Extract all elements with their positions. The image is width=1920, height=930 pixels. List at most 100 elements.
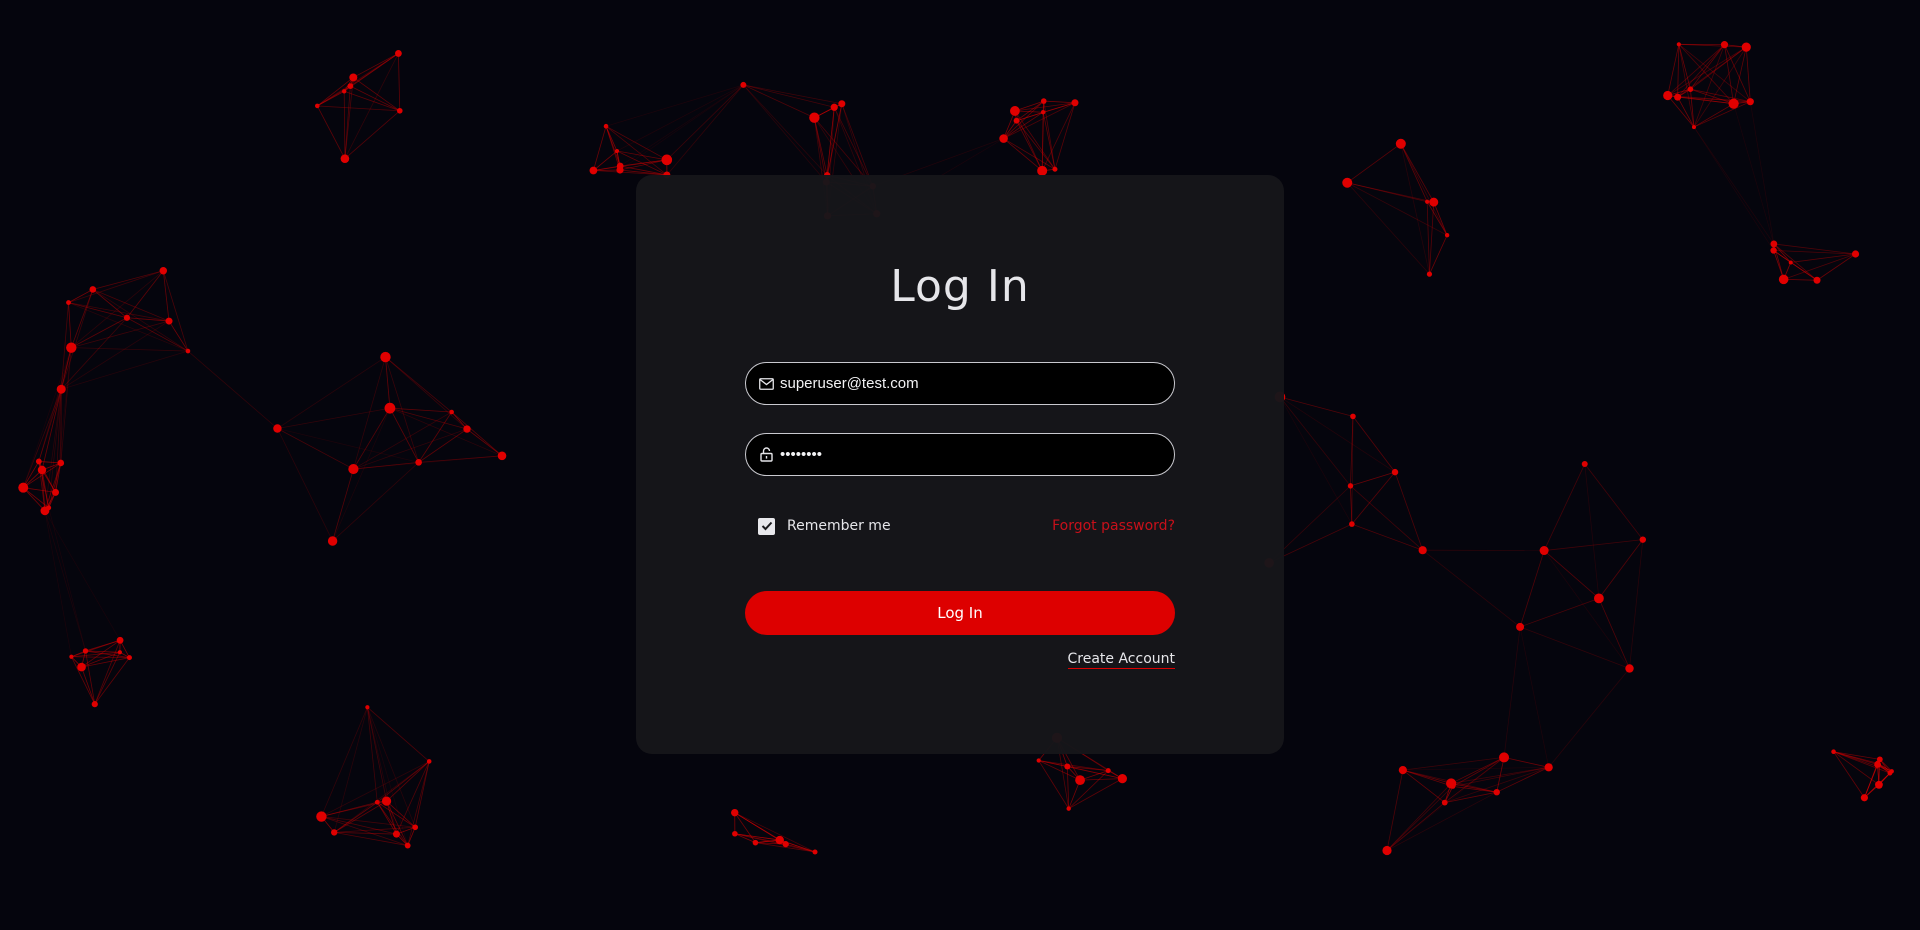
network-node: [56, 384, 66, 394]
network-node: [159, 267, 168, 275]
network-link: [1433, 201, 1448, 236]
network-link: [1016, 120, 1056, 170]
network-link: [71, 317, 128, 348]
network-link: [1429, 235, 1448, 275]
network-link: [418, 455, 503, 463]
network-node: [740, 81, 747, 88]
network-link: [1003, 100, 1045, 139]
network-link: [385, 356, 452, 413]
network-link: [344, 110, 401, 159]
network-link: [332, 408, 391, 542]
network-node: [365, 705, 370, 710]
network-node: [1064, 763, 1071, 770]
network-node: [603, 123, 609, 129]
network-link: [94, 640, 121, 705]
network-link: [1790, 253, 1856, 263]
email-field[interactable]: [745, 362, 1175, 405]
network-node: [1040, 110, 1046, 115]
network-node: [341, 89, 347, 94]
network-link: [376, 802, 409, 846]
network-link: [1783, 253, 1856, 280]
network-link: [1422, 549, 1521, 628]
network-node: [1788, 260, 1793, 265]
network-node: [1349, 521, 1355, 527]
network-link: [1350, 485, 1353, 525]
network-node: [412, 824, 419, 831]
network-link: [1677, 44, 1725, 98]
network-link: [366, 707, 409, 846]
network-link: [1667, 44, 1680, 96]
network-link: [1386, 770, 1404, 851]
remember-me-label: Remember me: [787, 518, 891, 534]
forgot-password-link[interactable]: Forgot password?: [1052, 518, 1175, 534]
network-link: [1347, 182, 1428, 203]
network-link: [92, 289, 170, 322]
remember-me-toggle[interactable]: Remember me: [758, 517, 891, 535]
network-link: [1503, 626, 1521, 758]
network-link: [418, 411, 452, 463]
network-link: [1352, 416, 1396, 473]
email-input[interactable]: [780, 363, 1158, 404]
network-link: [743, 84, 815, 119]
network-node: [1728, 98, 1739, 109]
network-node: [1539, 546, 1549, 556]
network-link: [841, 103, 874, 187]
network-node: [1544, 763, 1553, 772]
network-node: [314, 103, 320, 109]
network-node: [1105, 768, 1111, 774]
network-node: [1516, 622, 1525, 631]
network-link: [1693, 103, 1734, 128]
network-node: [374, 799, 380, 805]
network-link: [1584, 464, 1600, 599]
password-input[interactable]: [780, 434, 1158, 475]
network-node: [37, 465, 47, 475]
network-node: [1418, 546, 1427, 555]
network-node: [1425, 199, 1430, 204]
network-node: [812, 849, 818, 855]
network-node: [809, 112, 820, 123]
login-button[interactable]: Log In: [745, 591, 1175, 635]
network-node: [1778, 274, 1789, 285]
network-link: [343, 91, 346, 159]
network-node: [1429, 197, 1439, 207]
network-node: [1010, 106, 1020, 116]
network-node: [614, 148, 620, 154]
network-node: [732, 830, 738, 837]
network-node: [1691, 125, 1696, 130]
network-link: [366, 707, 378, 803]
network-node: [1426, 271, 1433, 277]
network-link: [277, 428, 419, 463]
network-node: [1499, 752, 1510, 763]
network-link: [1080, 778, 1123, 781]
network-link: [1678, 44, 1695, 128]
network-link: [81, 666, 96, 705]
network-link: [1350, 471, 1396, 487]
network-link: [1016, 120, 1043, 172]
network-link: [353, 356, 386, 470]
login-card: Log In Remember me: [636, 175, 1284, 754]
network-node: [1382, 845, 1392, 856]
network-node: [381, 796, 392, 806]
network-node: [1676, 42, 1681, 47]
network-link: [1598, 598, 1630, 669]
network-link: [321, 707, 368, 817]
password-field[interactable]: [745, 433, 1175, 476]
network-node: [1674, 93, 1682, 101]
network-link: [1400, 143, 1435, 203]
network-link: [1386, 783, 1452, 851]
network-node: [1117, 774, 1127, 784]
network-node: [316, 811, 327, 822]
network-link: [1400, 143, 1448, 236]
network-link: [1043, 100, 1075, 104]
network-link: [353, 53, 399, 78]
network-link: [61, 350, 189, 390]
network-node: [1831, 749, 1836, 755]
network-link: [1429, 202, 1435, 275]
network-node: [1770, 240, 1778, 248]
remember-me-checkbox[interactable]: [758, 517, 775, 535]
network-link: [277, 428, 354, 470]
network-link: [187, 350, 278, 429]
create-account-link[interactable]: Create Account: [1067, 651, 1175, 669]
network-node: [1663, 90, 1673, 101]
network-link: [168, 320, 189, 352]
